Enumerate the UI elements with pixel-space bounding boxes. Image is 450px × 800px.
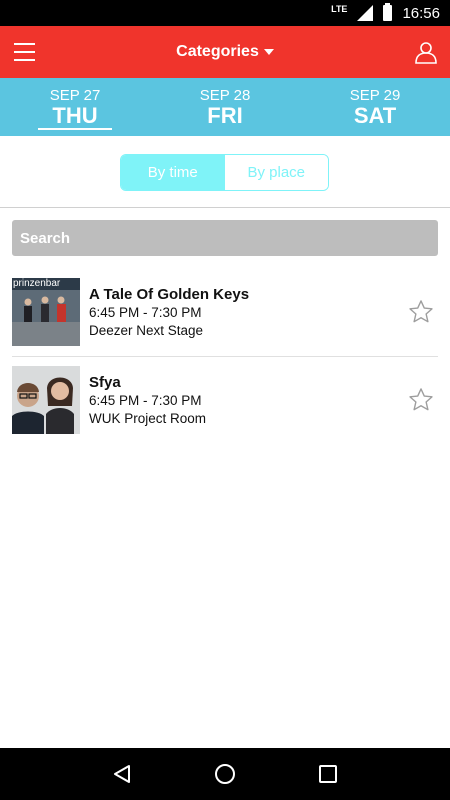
event-row[interactable]: prinzenbar A Tale Of Golden Keys 6:45 PM…	[12, 268, 438, 356]
event-time: 6:45 PM - 7:30 PM	[89, 392, 202, 408]
date-day: THU	[52, 102, 98, 128]
event-time: 6:45 PM - 7:30 PM	[89, 304, 202, 320]
date-tab-sep-28[interactable]: SEP 28 FRI	[150, 78, 300, 136]
date-tab-sep-27[interactable]: SEP 27 THU	[0, 78, 150, 136]
by-place-button[interactable]: By place	[224, 155, 328, 190]
date-month: SEP 27	[49, 86, 101, 104]
date-tab-sep-29[interactable]: SEP 29 SAT	[300, 78, 450, 136]
event-venue: WUK Project Room	[89, 410, 207, 426]
event-image: prinzenbar	[12, 278, 80, 346]
app-title: Categories	[176, 43, 259, 60]
event-venue: Deezer Next Stage	[89, 322, 204, 338]
network-type: LTE	[331, 4, 348, 14]
event-name: Sfya	[89, 373, 121, 391]
event-image	[12, 366, 80, 434]
categories-dropdown[interactable]: Categories	[176, 43, 274, 61]
star-icon[interactable]	[407, 298, 435, 326]
back-icon[interactable]	[102, 754, 142, 794]
system-nav-bar	[0, 748, 450, 800]
status-bar: LTE 16:56	[0, 0, 450, 26]
caret-down-icon	[263, 49, 274, 55]
date-month: SEP 28	[199, 86, 251, 104]
status-time: 16:56	[402, 4, 440, 22]
app-bar: Categories	[0, 26, 450, 78]
divider	[0, 207, 450, 208]
event-row[interactable]: Sfya 6:45 PM - 7:30 PM WUK Project Room	[12, 356, 438, 444]
date-tabs: SEP 27 THU SEP 28 FRI SEP 29 SAT	[0, 78, 450, 136]
user-icon[interactable]	[414, 40, 438, 64]
by-time-button[interactable]: By time	[121, 155, 225, 190]
date-month: SEP 29	[349, 86, 401, 104]
star-icon[interactable]	[407, 386, 435, 414]
recents-icon[interactable]	[308, 754, 348, 794]
view-toggle: By time By place	[120, 154, 329, 191]
signal-icon	[357, 5, 374, 21]
event-info: A Tale Of Golden Keys 6:45 PM - 7:30 PM …	[89, 285, 407, 340]
date-day: SAT	[353, 102, 397, 128]
battery-icon	[383, 3, 393, 21]
home-icon[interactable]	[205, 754, 245, 794]
search-input[interactable]: Search	[12, 220, 438, 256]
event-name: A Tale Of Golden Keys	[89, 285, 250, 303]
date-day: FRI	[207, 102, 243, 128]
event-info: Sfya 6:45 PM - 7:30 PM WUK Project Room	[89, 373, 407, 428]
hamburger-icon[interactable]	[14, 43, 35, 61]
